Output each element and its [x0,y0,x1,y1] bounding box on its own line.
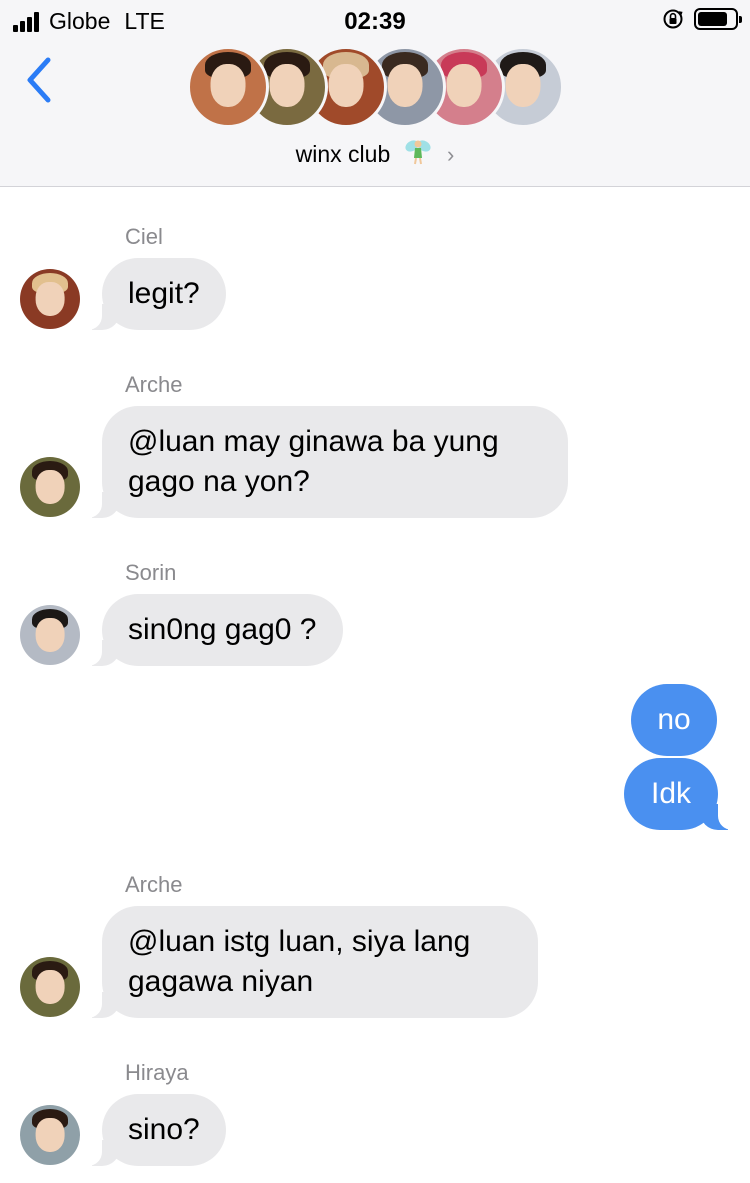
avatar-face [269,64,305,107]
avatar-face [35,618,65,652]
sender-name: Arche [125,372,183,397]
sender-name: Ciel [125,224,163,249]
avatar[interactable] [20,1105,80,1165]
status-bar: Globe LTE 02:39 [0,0,750,42]
message-text: sino? [128,1113,200,1146]
incoming-message[interactable]: sin0ng gag0 ? [80,594,343,666]
sender-name: Arche [125,872,183,897]
incoming-message[interactable]: sino? [80,1094,226,1166]
message-text: no [657,703,691,736]
avatar[interactable] [20,957,80,1017]
status-right [662,8,742,30]
avatar-face [210,64,246,107]
message-text: @luan may ginawa ba yung gago na yon? [128,425,499,498]
avatar-face [35,1118,65,1152]
incoming-message[interactable]: legit? [80,258,226,330]
message-text: @luan istg luan, siya lang gagawa niyan [128,925,471,998]
group-avatars[interactable] [187,46,567,130]
avatar-face [387,64,423,107]
avatar[interactable] [20,605,80,665]
battery-nub [739,16,742,23]
clock: 02:39 [344,8,406,35]
avatar-face [35,470,65,504]
avatar-face [505,64,541,107]
avatar-face [35,970,65,1004]
incoming-message[interactable]: @luan istg luan, siya lang gagawa niyan [80,906,538,1018]
message-text: sin0ng gag0 ? [128,613,317,646]
incoming-message[interactable]: @luan may ginawa ba yung gago na yon? [80,406,568,518]
group-avatar-1 [187,46,269,128]
fairy-icon [405,140,431,165]
avatar[interactable] [20,457,80,517]
back-button[interactable] [18,52,62,108]
battery-fill [698,12,727,26]
message-thread[interactable]: Ciel legit? Arche @luan may ginawa ba yu… [0,188,750,1183]
avatar[interactable] [20,269,80,329]
outgoing-message[interactable]: Idk [624,758,740,830]
message-text: Idk [650,777,692,810]
group-title[interactable]: winx club › [0,136,750,168]
rotation-lock-icon [663,9,683,29]
group-name-label: winx club [295,141,391,167]
chat-header: Globe LTE 02:39 winx club › [0,0,750,187]
message-text: legit? [128,277,200,310]
battery-icon [694,8,742,30]
avatar-face [35,282,65,316]
chevron-right-icon: › [447,142,455,167]
avatar-face [446,64,482,107]
outgoing-message[interactable]: no [631,684,717,756]
sender-name: Sorin [125,560,177,585]
sender-name: Hiraya [125,1060,189,1085]
avatar-face [328,64,364,107]
